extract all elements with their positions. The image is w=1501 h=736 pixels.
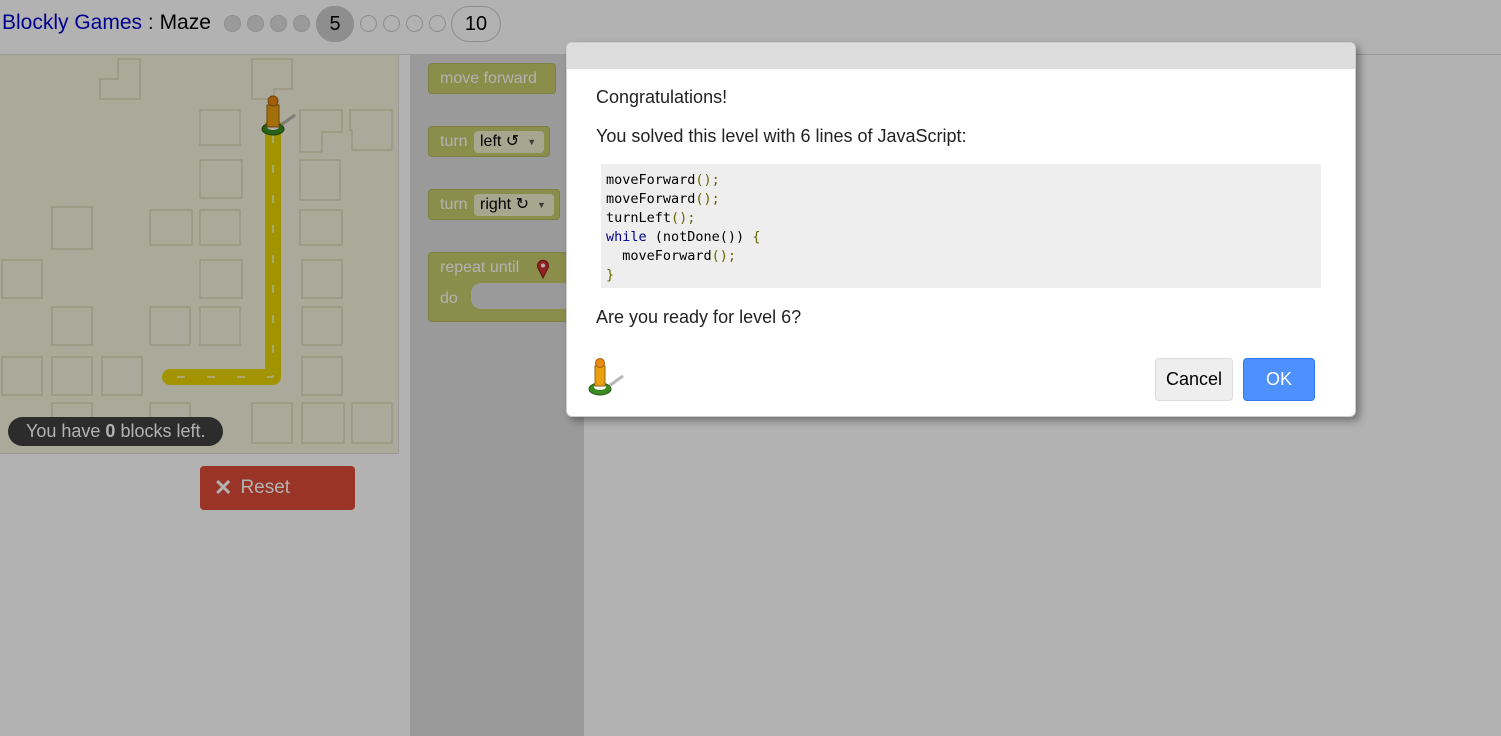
code-punctuation: (); [671,210,696,226]
ready-text: Are you ready for level 6? [596,307,802,327]
code-line: while (notDone()) { [606,228,1316,247]
code-punctuation: (); [711,248,737,264]
code-text: (notDone()) [646,229,753,245]
code-punctuation: { [752,229,761,245]
code-line: } [606,266,1316,285]
level-complete-dialog: Congratulations! You solved this level w… [566,42,1356,417]
code-line: moveForward(); [606,171,1316,190]
code-line: moveForward(); [606,190,1316,209]
cancel-button[interactable]: Cancel [1155,358,1233,401]
code-text: moveForward [606,172,696,188]
ok-button[interactable]: OK [1243,358,1315,401]
pegman-icon [588,358,624,396]
code-punctuation: } [606,267,615,283]
code-keyword: while [606,229,647,245]
solved-text: You solved this level with 6 lines of Ja… [596,126,967,146]
code-punctuation: (); [695,191,720,207]
code-block: moveForward(); moveForward(); turnLeft(); w… [601,164,1321,288]
code-text: moveForward [606,248,712,264]
code-punctuation: (); [695,172,720,188]
code-line: moveForward(); [606,247,1316,266]
congrats-text: Congratulations! [596,87,728,107]
code-text: turnLeft [606,210,672,226]
code-text: moveForward [606,191,696,207]
dialog-header [567,43,1355,69]
code-line: turnLeft(); [606,209,1316,228]
